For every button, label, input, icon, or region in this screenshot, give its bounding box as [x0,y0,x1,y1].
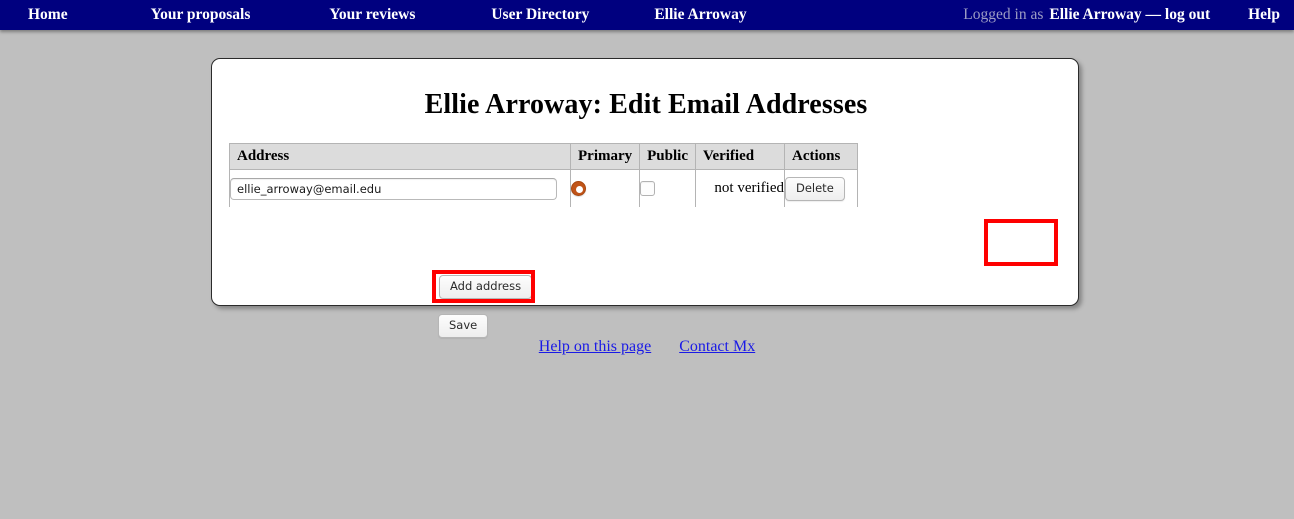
primary-radio-selected[interactable] [571,181,586,197]
footer-link-contact-mx[interactable]: Contact Mx [679,338,755,355]
logged-in-label: Logged in as [963,6,1044,23]
public-checkbox[interactable] [640,181,656,197]
navbar-left-links: Home Your proposals Your reviews User Di… [0,0,747,30]
nav-link-user-directory[interactable]: User Directory [491,6,589,24]
cell-public [639,169,696,208]
cell-verified-status: not verified [694,169,785,208]
cell-actions: Delete [783,169,858,208]
table-header-row: Address Primary Public Verified Actions [229,143,858,170]
cell-primary [569,169,641,208]
table-row: not verified Delete [229,169,858,208]
column-header-actions: Actions [783,143,858,170]
nav-link-your-proposals[interactable]: Your proposals [151,6,251,24]
cell-address [229,169,571,208]
page-title: Ellie Arroway: Edit Email Addresses [424,89,868,120]
add-address-button-wrapper: Add address [439,275,533,299]
email-addresses-table: Address Primary Public Verified Actions … [229,143,858,208]
save-button[interactable]: Save [438,314,489,338]
main-content-panel: Ellie Arroway: Edit Email Addresses Addr… [211,58,1079,338]
footer-links: Help on this page Contact Mx [0,338,1294,356]
highlight-box-delete-button [984,219,1058,266]
column-header-primary: Primary [569,143,641,170]
logged-in-user-logout-link[interactable]: Ellie Arroway — log out [1049,6,1210,24]
nav-link-your-reviews[interactable]: Your reviews [329,6,415,24]
column-header-public: Public [639,143,696,170]
add-address-button[interactable]: Add address [439,275,533,299]
delete-button[interactable]: Delete [784,176,845,201]
email-address-input[interactable] [230,177,557,200]
navbar-right-section: Logged in as Ellie Arroway — log out Hel… [963,0,1280,30]
nav-link-home[interactable]: Home [28,6,68,24]
column-header-address: Address [229,143,571,170]
nav-link-help[interactable]: Help [1248,6,1280,24]
column-header-verified: Verified [694,143,785,170]
save-button-wrapper: Save [438,314,489,338]
nav-link-ellie-arroway[interactable]: Ellie Arroway [654,6,746,24]
top-navbar: Home Your proposals Your reviews User Di… [0,0,1294,30]
footer-link-help-on-this-page[interactable]: Help on this page [539,338,651,355]
